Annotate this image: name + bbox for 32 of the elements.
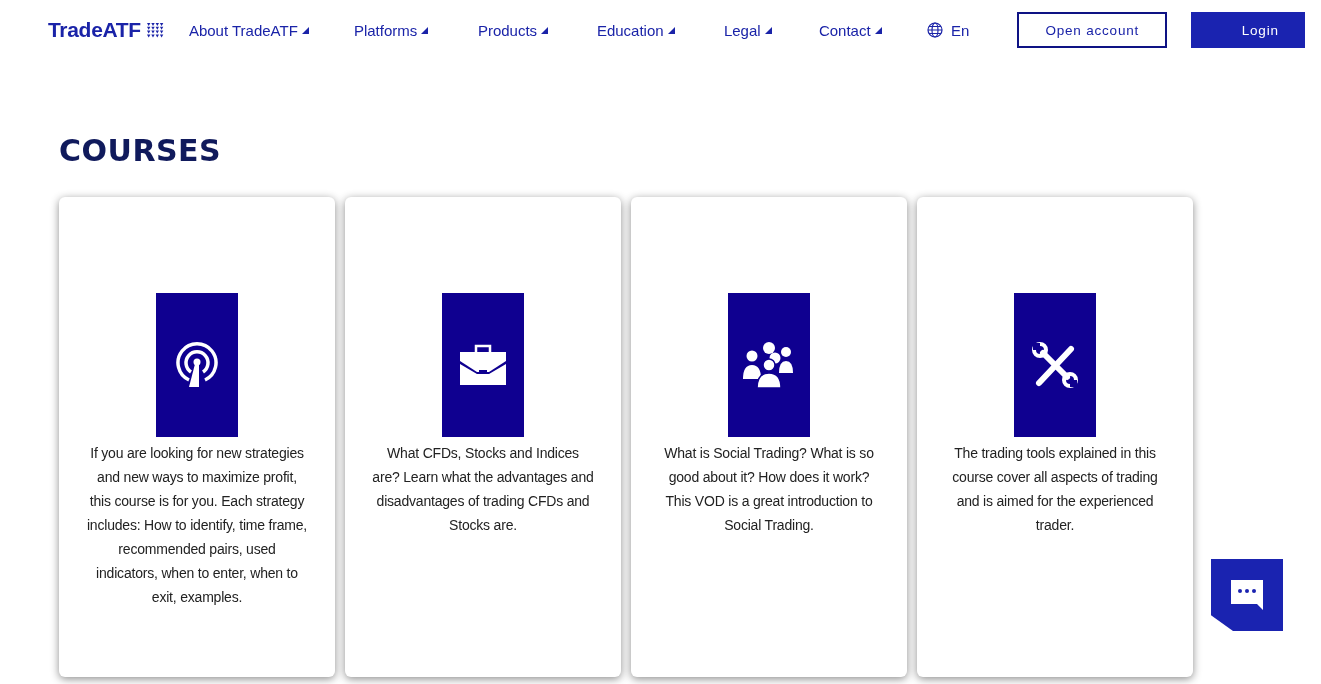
globe-icon: [926, 22, 943, 38]
chat-button[interactable]: [1211, 559, 1283, 631]
nav-link[interactable]: Contact: [818, 21, 899, 39]
section-title: COURSES: [59, 133, 223, 169]
course-description: If you are looking for new strategies and new ways to maximize profit, this course is for you. Each strategy includes: How to identify, time frame, recommended pairs, used indicators, when to enter, when to exit, examples.: [86, 444, 308, 607]
briefcase-icon: [459, 344, 507, 386]
course-card[interactable]: What CFDs, Stocks and Indices are? Learn what the advantages and disadvantages of trading CFDs and Stocks are.: [345, 197, 621, 677]
antenna-icon: [175, 342, 219, 388]
course-card[interactable]: [59, 197, 335, 677]
caret-icon: [541, 26, 549, 34]
logo-mark-icon: [146, 22, 164, 38]
open-account-button[interactable]: Open account: [1017, 12, 1168, 48]
course-card[interactable]: What is Social Trading? What is so good about it? How does it work? This VOD is a great introduction to Social Trading.: [631, 197, 907, 677]
caret-icon: [421, 26, 429, 34]
nav-link[interactable]: Education: [596, 21, 724, 39]
nav-link[interactable]: About TradeATF: [188, 21, 354, 39]
nav-link[interactable]: Platforms: [353, 21, 478, 39]
caret-icon: [667, 26, 675, 34]
language-selector[interactable]: En: [926, 21, 970, 39]
login-button[interactable]: Login: [1191, 12, 1306, 48]
tools-icon: [1031, 341, 1079, 389]
nav-link[interactable]: Products: [477, 21, 597, 39]
course-card[interactable]: The trading tools explained in this course cover all aspects of trading and is aimed for the experienced trader.: [917, 197, 1193, 677]
logo-text[interactable]: TradeATF: [48, 18, 141, 42]
caret-icon: [874, 26, 882, 34]
course-description: The trading tools explained in this course cover all aspects of trading and is aimed for the experienced trader.: [951, 444, 1159, 535]
course-description: What is Social Trading? What is so good about it? How does it work? This VOD is a great introduction to Social Trading.: [663, 444, 875, 535]
course-description: What CFDs, Stocks and Indices are? Learn what the advantages and disadvantages of trading CFDs and Stocks are.: [372, 444, 594, 535]
chat-bubble-icon: [1231, 580, 1263, 610]
caret-icon: [301, 26, 309, 34]
caret-icon: [764, 26, 772, 34]
nav-link[interactable]: Legal: [723, 21, 819, 39]
